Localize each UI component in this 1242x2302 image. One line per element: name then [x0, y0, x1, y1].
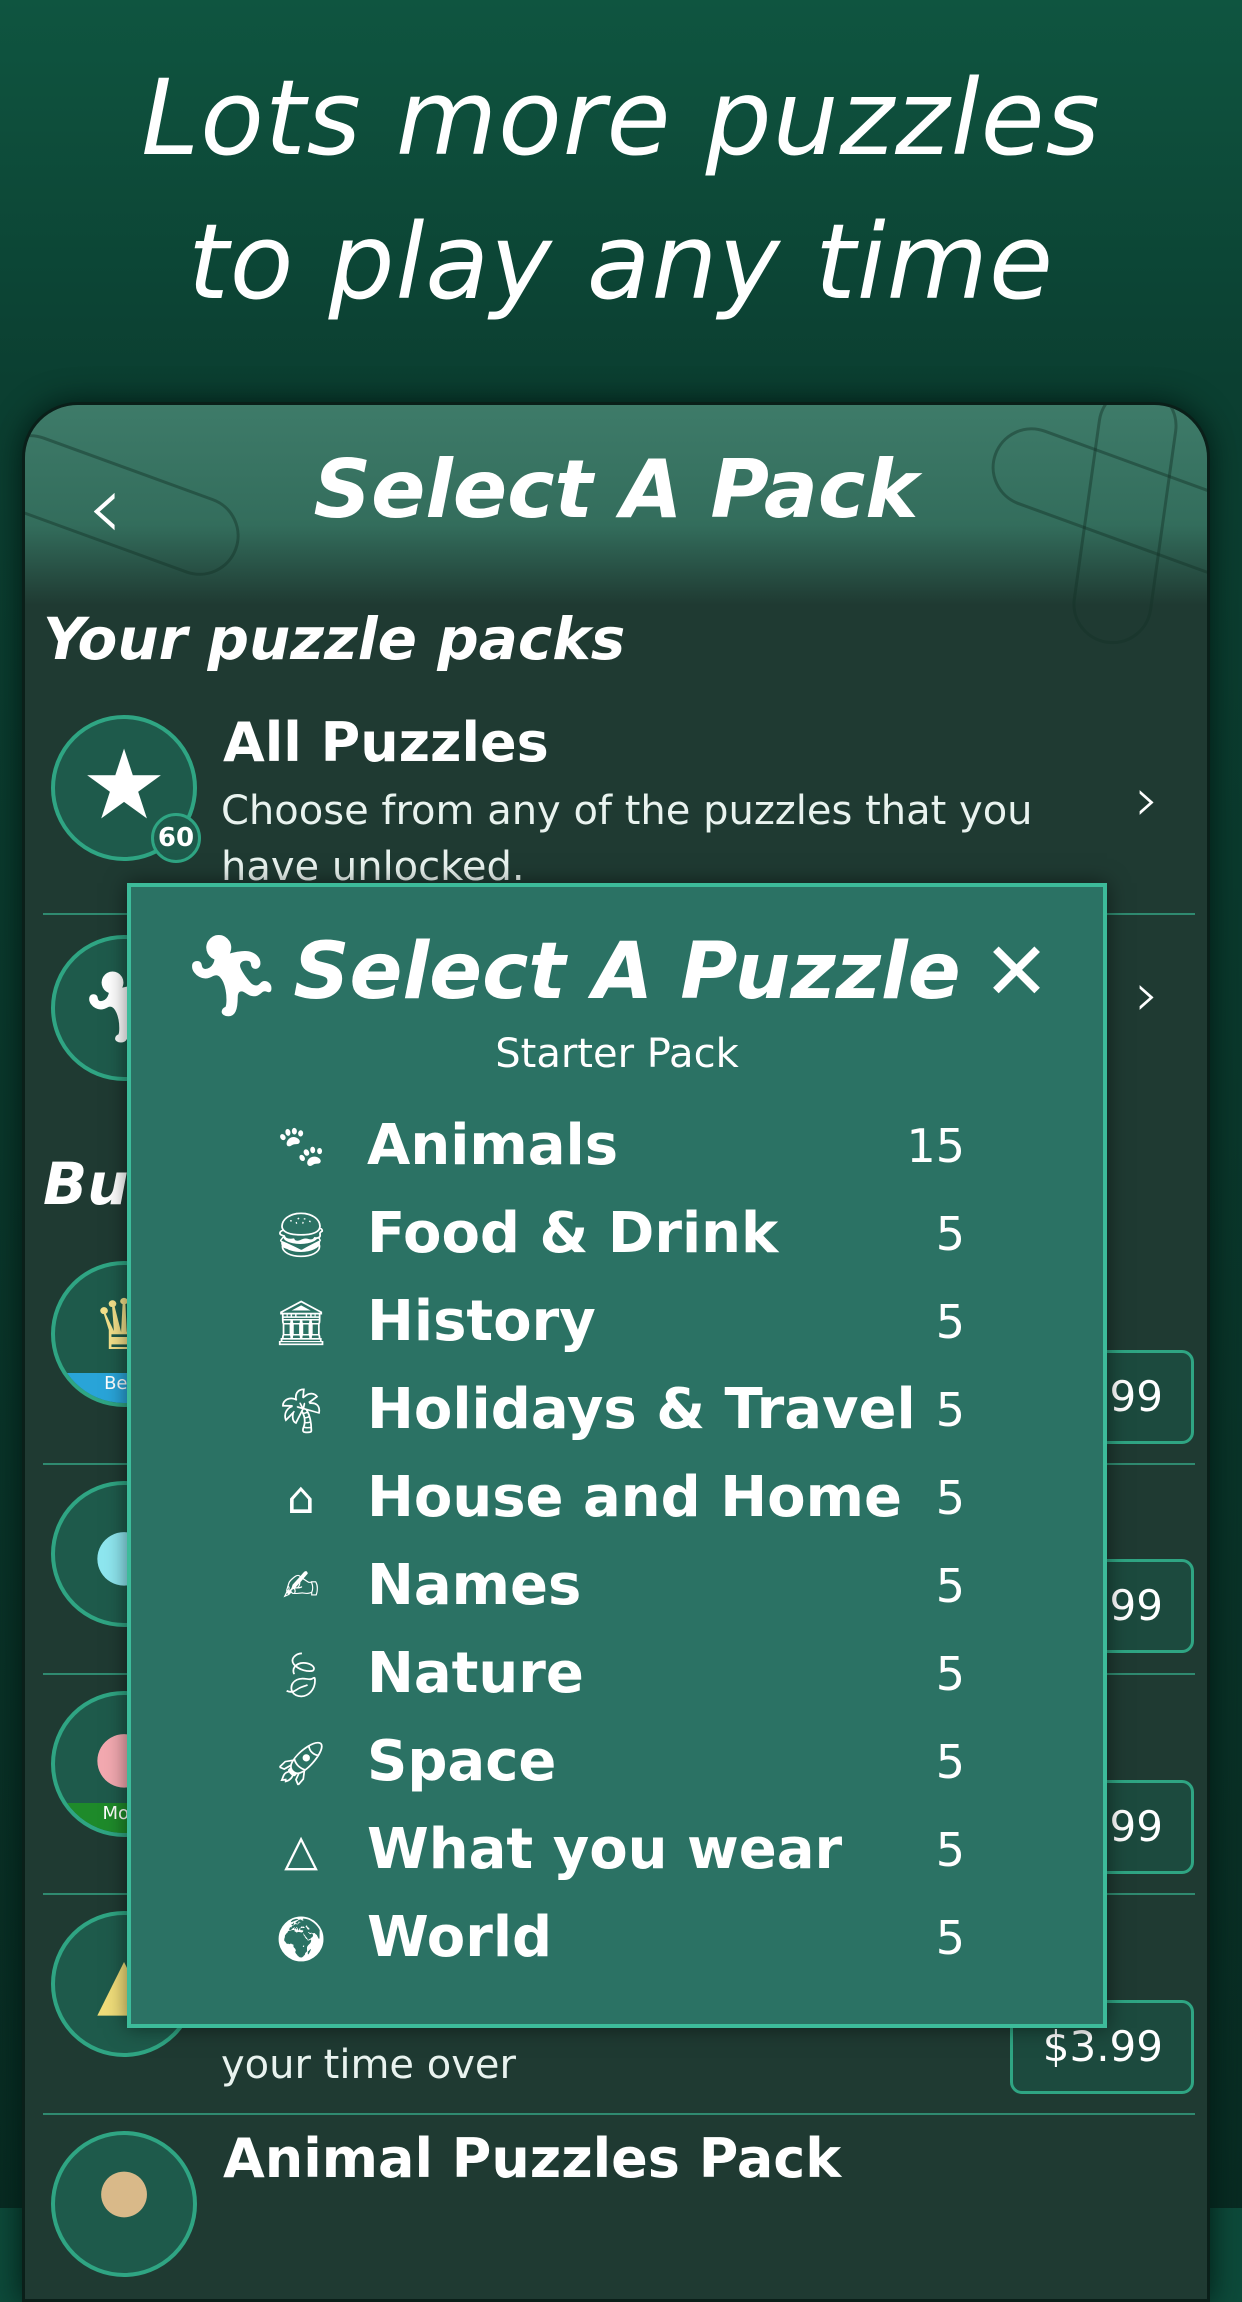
food-drink-icon: 🍔︎: [273, 1210, 329, 1261]
puzzle-count: 5: [935, 1207, 965, 1261]
puzzle-name: What you wear: [367, 1817, 843, 1882]
puzzle-item[interactable]: 🏛︎ History 5: [131, 1285, 1103, 1373]
chevron-right-icon: ›: [1135, 765, 1159, 835]
headline-line-1: Lots more puzzles: [141, 57, 1101, 179]
signature-icon: ✍︎: [282, 1561, 320, 1612]
dialog-subtitle: Starter Pack: [495, 1031, 739, 1077]
puzzle-item[interactable]: 🐾︎ Animals 15: [131, 1109, 1103, 1197]
globe-icon: 🌍︎: [273, 1914, 329, 1965]
your-packs-heading: Your puzzle packs: [43, 605, 626, 673]
pack-description: Choose from any of the puzzles that you …: [221, 788, 1033, 890]
puzzle-name: Animals: [367, 1113, 619, 1178]
puzzle-item[interactable]: 🌴︎ Holidays & Travel 5: [131, 1373, 1103, 1461]
puzzle-item[interactable]: 🌍︎ World 5: [131, 1901, 1103, 1989]
close-icon[interactable]: ✕: [983, 925, 1050, 1018]
screen-title: Select A Pack: [313, 443, 919, 536]
hanger-icon: △: [284, 1825, 318, 1876]
count-badge: 60: [151, 813, 201, 863]
puzzle-name: History: [367, 1289, 596, 1354]
select-puzzle-dialog: 🏃︎ Select A Puzzle ✕ Starter Pack 🐾︎ Anim…: [127, 883, 1107, 2028]
dialog-title: Select A Puzzle: [293, 927, 961, 1017]
puzzle-count: 5: [935, 1383, 965, 1437]
rocket-icon: 🚀︎: [273, 1738, 329, 1789]
island-icon: 🌴︎: [273, 1386, 329, 1437]
puzzle-name: Names: [367, 1553, 582, 1618]
leaf-icon: 🍃︎: [273, 1650, 329, 1701]
puzzle-item[interactable]: ✍︎ Names 5: [131, 1549, 1103, 1637]
puzzle-name: House and Home: [367, 1465, 902, 1530]
puzzle-count: 5: [935, 1559, 965, 1613]
puzzle-name: World: [367, 1905, 553, 1970]
puzzle-name: Space: [367, 1729, 557, 1794]
buy-heading: Bu: [43, 1150, 129, 1218]
divider: [43, 2113, 1195, 2115]
puzzle-item[interactable]: ⌂ House and Home 5: [131, 1461, 1103, 1549]
puzzle-count: 5: [935, 1647, 965, 1701]
puzzle-item[interactable]: 🍔︎ Food & Drink 5: [131, 1197, 1103, 1285]
puzzle-count: 15: [906, 1119, 965, 1173]
puzzle-name: Food & Drink: [367, 1201, 779, 1266]
puzzle-item[interactable]: 🚀︎ Space 5: [131, 1725, 1103, 1813]
puzzle-name: Nature: [367, 1641, 584, 1706]
paw-icon: 🐾︎: [273, 1122, 329, 1173]
puzzle-count: 5: [935, 1295, 965, 1349]
chevron-right-icon: ›: [1135, 960, 1159, 1030]
puzzle-item[interactable]: 🍃︎ Nature 5: [131, 1637, 1103, 1725]
puzzle-count: 5: [935, 1471, 965, 1525]
puzzle-count: 5: [935, 1735, 965, 1789]
pack-title: All Puzzles: [223, 711, 549, 774]
pack-title: Animal Puzzles Pack: [223, 2127, 842, 2190]
museum-icon: 🏛︎: [273, 1298, 329, 1349]
house-icon: ⌂: [287, 1473, 315, 1524]
puzzle-count: 5: [935, 1823, 965, 1877]
headline-line-2: to play any time: [188, 201, 1054, 323]
puzzle-item[interactable]: △ What you wear 5: [131, 1813, 1103, 1901]
puzzle-name: Holidays & Travel: [367, 1377, 916, 1442]
puzzle-count: 5: [935, 1911, 965, 1965]
paw-icon: ●: [51, 2131, 197, 2277]
pack-description: your time over: [221, 2042, 516, 2088]
